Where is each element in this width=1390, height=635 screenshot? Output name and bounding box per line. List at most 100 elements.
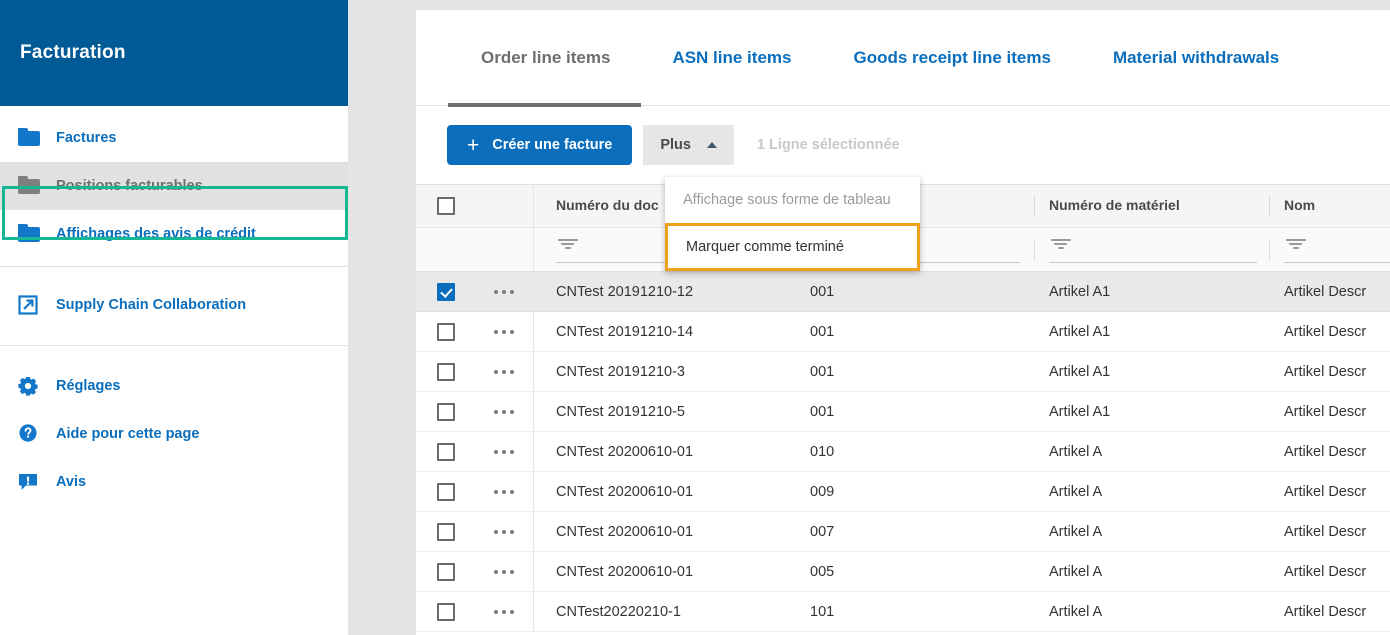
tab-label: Material withdrawals [1112,47,1280,67]
tab-material-withdrawals[interactable]: Material withdrawals [1082,10,1310,106]
cell-name: Artikel Descr [1270,563,1390,581]
cell-position: 005 [798,563,1034,581]
cell-value: Artikel Descr [1284,323,1367,340]
cell-name: Artikel Descr [1270,483,1390,501]
row-overflow-menu-icon[interactable] [494,569,514,574]
cell-position: 007 [798,523,1034,541]
table-row[interactable]: CNTest 20191210-3 001 Artikel A1 Artikel De… [416,352,1390,392]
table-row[interactable]: CNTest 20191210-14 001 Artikel A1 Artikel D… [416,312,1390,352]
row-select-cell [416,602,476,621]
sidebar-item-avis-de-credit[interactable]: Affichages des avis de crédit [0,210,348,258]
row-actions-cell [476,592,534,631]
row-overflow-menu-icon[interactable] [494,369,514,374]
filter-cell-name[interactable] [1270,228,1390,271]
cell-document-number: CNTest 20191210-5 [534,403,798,421]
sidebar-item-supply-chain-collaboration[interactable]: Supply Chain Collaboration [0,281,348,329]
row-overflow-menu-icon[interactable] [494,609,514,614]
cell-value: CNTest 20191210-14 [556,323,694,340]
row-actions-cell [476,472,534,511]
filter-cell-material-number[interactable] [1035,228,1269,271]
row-checkbox[interactable] [437,282,455,301]
tab-order-line-items[interactable]: Order line items [448,10,642,107]
row-overflow-menu-icon[interactable] [494,409,514,414]
selection-status: 1 Ligne sélectionnée [756,137,900,153]
table-row[interactable]: CNTest20220210-1 101 Artikel A Artikel Desc… [416,592,1390,632]
create-invoice-button[interactable]: + Créer une facture [447,125,633,165]
cell-value: CNTest 20200610-01 [556,483,694,500]
row-checkbox[interactable] [437,402,455,421]
cell-position: 001 [798,323,1034,341]
row-checkbox[interactable] [437,442,455,461]
row-overflow-menu-icon[interactable] [494,449,514,454]
filter-icon[interactable] [1284,237,1310,257]
cell-value: Artikel A [1049,443,1103,460]
row-checkbox[interactable] [437,322,455,341]
cell-name: Artikel Descr [1270,363,1390,381]
table-row[interactable]: CNTest 20200610-01 005 Artikel A Artikel De… [416,552,1390,592]
toolbar: + Créer une facture Plus 1 Ligne sélecti… [416,106,1390,184]
sidebar-item-label: Positions facturables [56,178,203,194]
cell-value: 005 [810,563,835,580]
cell-value: Artikel A [1049,523,1103,540]
tab-asn-line-items[interactable]: ASN line items [641,10,822,106]
tab-goods-receipt-line-items[interactable]: Goods receipt line items [822,10,1081,106]
cell-value: Artikel Descr [1284,443,1367,460]
cell-value: Artikel A1 [1049,323,1111,340]
cell-name: Artikel Descr [1270,283,1390,301]
menu-item-table-view[interactable]: Affichage sous forme de tableau [665,177,920,223]
row-overflow-menu-icon[interactable] [494,529,514,534]
cell-material-number: Artikel A [1035,603,1269,621]
menu-item-label: Marquer comme terminé [686,239,844,255]
row-checkbox[interactable] [437,482,455,501]
row-checkbox[interactable] [437,602,455,621]
cell-document-number: CNTest 20191210-14 [534,323,798,341]
cell-name: Artikel Descr [1270,523,1390,541]
folder-icon [18,224,40,244]
sidebar-item-avis[interactable]: Avis [0,458,348,506]
row-checkbox[interactable] [437,522,455,541]
table-row[interactable]: CNTest 20191210-12 001 Artikel A1 Artikel D… [416,272,1390,312]
row-checkbox[interactable] [437,362,455,381]
cell-material-number: Artikel A [1035,563,1269,581]
select-all-checkbox[interactable] [437,197,455,215]
cell-position: 010 [798,443,1034,461]
cell-name: Artikel Descr [1270,403,1390,421]
sidebar-item-positions-facturables[interactable]: Positions facturables [0,162,348,210]
menu-item-mark-as-completed[interactable]: Marquer comme terminé [665,223,920,271]
cell-value: Artikel Descr [1284,283,1367,300]
more-button[interactable]: Plus [643,125,734,165]
sidebar-item-label: Supply Chain Collaboration [56,297,247,313]
row-menu-header-cell [476,185,534,227]
table-row[interactable]: CNTest 20200610-01 010 Artikel A Artikel De… [416,432,1390,472]
sidebar-item-label: Réglages [56,378,121,394]
column-header-name[interactable]: Nom [1270,197,1390,215]
cell-document-number: CNTest 20200610-01 [534,523,798,541]
cell-material-number: Artikel A [1035,523,1269,541]
row-overflow-menu-icon[interactable] [494,289,514,294]
cell-value: Artikel Descr [1284,563,1367,580]
filter-icon[interactable] [556,237,582,257]
tab-label: Order line items [481,47,611,67]
cell-value: 009 [810,483,835,500]
cell-document-number: CNTest20220210-1 [534,603,798,621]
folder-icon [18,128,40,148]
sidebar-item-aide[interactable]: Aide pour cette page [0,410,348,458]
row-select-cell [416,522,476,541]
table-row[interactable]: CNTest 20200610-01 009 Artikel A Artikel De… [416,472,1390,512]
row-overflow-menu-icon[interactable] [494,329,514,334]
sidebar-item-factures[interactable]: Factures [0,114,348,162]
cell-value: CNTest 20191210-3 [556,363,685,380]
cell-value: 001 [810,403,835,420]
row-overflow-menu-icon[interactable] [494,489,514,494]
cell-document-number: CNTest 20200610-01 [534,483,798,501]
table-row[interactable]: CNTest 20191210-5 001 Artikel A1 Artikel De… [416,392,1390,432]
row-checkbox[interactable] [437,562,455,581]
filter-icon[interactable] [1049,237,1075,257]
tab-bar: Order line items ASN line items Goods re… [416,10,1390,107]
table-row[interactable]: CNTest 20200610-01 007 Artikel A Artikel De… [416,512,1390,552]
column-header-material-number[interactable]: Numéro de matériel [1035,197,1269,215]
sidebar-item-reglages[interactable]: Réglages [0,362,348,410]
cell-value: CNTest 20200610-01 [556,443,694,460]
cell-material-number: Artikel A [1035,483,1269,501]
cell-value: CNTest 20200610-01 [556,523,694,540]
